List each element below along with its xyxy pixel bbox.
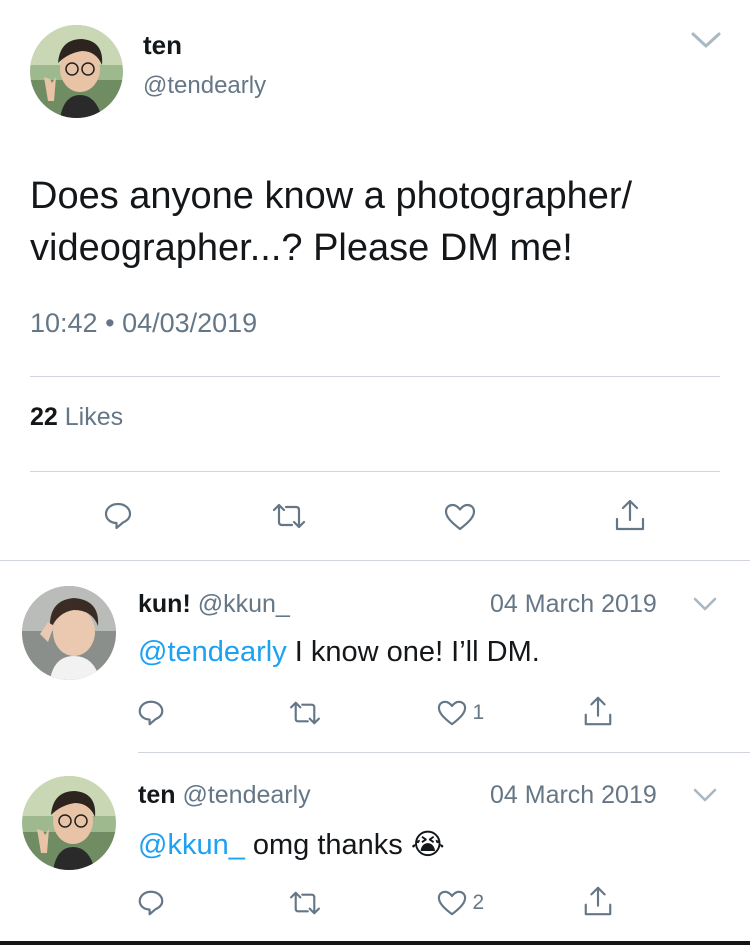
retweet-icon[interactable] <box>287 700 323 726</box>
author-handle[interactable]: @tendearly <box>143 72 266 100</box>
reply-text: @kkun_ omg thanks 😭 <box>138 827 445 862</box>
reply-body: I know one! I’ll DM. <box>286 636 540 668</box>
reply-icon[interactable] <box>102 500 134 532</box>
tweet-timestamp[interactable]: 10:42 • 04/03/2019 <box>30 308 257 339</box>
reply-text: @tendearly I know one! I’ll DM. <box>138 636 540 669</box>
separator-dot: • <box>105 308 115 338</box>
retweet-icon[interactable] <box>287 890 323 916</box>
reply-body: omg thanks <box>244 829 411 861</box>
tweet-text-line: Does anyone know a photographer/ <box>30 175 633 217</box>
reply-date[interactable]: 04 March 2019 <box>490 590 657 619</box>
likes-label: Likes <box>64 403 124 431</box>
avatar-main[interactable] <box>30 25 123 118</box>
reply-icon[interactable] <box>136 888 166 918</box>
like-icon[interactable] <box>436 699 468 727</box>
reply-header: kun! @kkun_ <box>138 590 290 619</box>
avatar-reply[interactable] <box>22 586 116 680</box>
divider <box>0 560 750 561</box>
tweet-text-line: videographer...? Please DM me! <box>30 227 573 269</box>
reply-author-handle[interactable]: @tendearly <box>182 781 310 809</box>
chevron-down-icon[interactable] <box>690 30 722 50</box>
tweet-text: Does anyone know a photographer/ videogr… <box>30 170 632 274</box>
reply-icon[interactable] <box>136 698 166 728</box>
author-name[interactable]: ten <box>143 30 182 61</box>
share-icon[interactable] <box>582 884 614 918</box>
reply-author-handle[interactable]: @kkun_ <box>198 590 290 618</box>
chevron-down-icon[interactable] <box>692 786 718 804</box>
mention-link[interactable]: @kkun_ <box>138 829 245 861</box>
like-action[interactable]: 1 <box>436 699 484 727</box>
divider <box>30 471 720 472</box>
reply-header: ten @tendearly <box>138 781 311 810</box>
like-action[interactable]: 2 <box>436 889 484 917</box>
crying-emoji: 😭 <box>410 829 445 861</box>
share-icon[interactable] <box>613 497 647 533</box>
like-icon[interactable] <box>443 502 477 532</box>
like-icon[interactable] <box>436 889 468 917</box>
divider <box>138 752 750 753</box>
bottom-border <box>0 941 750 945</box>
tweet-time: 10:42 <box>30 308 98 338</box>
mention-link[interactable]: @tendearly <box>138 636 287 668</box>
likes-stat[interactable]: 22 Likes <box>30 403 123 432</box>
tweet-date: 04/03/2019 <box>122 308 258 338</box>
avatar-reply[interactable] <box>22 776 116 870</box>
reply-author-name[interactable]: kun! <box>138 590 191 618</box>
reply-author-name[interactable]: ten <box>138 781 176 809</box>
share-icon[interactable] <box>582 694 614 728</box>
divider <box>30 376 720 377</box>
likes-count: 22 <box>30 403 58 431</box>
retweet-icon[interactable] <box>270 502 308 530</box>
chevron-down-icon[interactable] <box>692 595 718 613</box>
like-count: 1 <box>472 701 485 724</box>
reply-date[interactable]: 04 March 2019 <box>490 781 657 810</box>
like-count: 2 <box>472 891 485 914</box>
